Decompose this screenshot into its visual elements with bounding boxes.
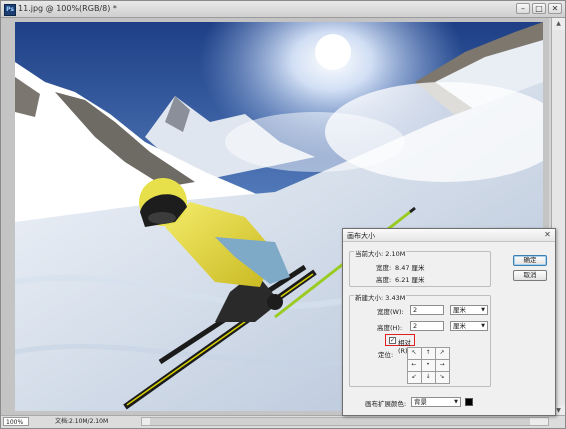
extension-color-value: 背景 — [414, 398, 427, 406]
current-width-label: 宽度: — [376, 264, 392, 272]
anchor-grid[interactable]: ↖ ↑ ↗ ← • → ↙ ↓ ↘ — [406, 346, 450, 384]
anchor-label: 定位: — [378, 351, 394, 359]
current-height-label: 高度: — [376, 276, 392, 284]
new-size-header: 新建大小: 3.43M — [354, 292, 407, 302]
width-unit-value: 厘米 — [453, 306, 466, 314]
height-unit-select[interactable]: 厘米 ▼ — [450, 321, 488, 331]
dialog-close-icon[interactable]: ✕ — [543, 230, 552, 239]
extension-color-select[interactable]: 背景 ▼ — [411, 397, 461, 407]
width-input[interactable]: 2 — [410, 305, 444, 315]
anchor-bottom-icon[interactable]: ↓ — [420, 370, 436, 384]
anchor-bottom-right-icon[interactable]: ↘ — [434, 370, 450, 384]
extension-color-swatch[interactable] — [465, 398, 473, 406]
maximize-button[interactable]: □ — [532, 3, 546, 14]
dialog-title-bar[interactable]: 画布大小 ✕ — [343, 229, 555, 242]
minimize-button[interactable]: – — [516, 3, 530, 14]
ok-button[interactable]: 确定 — [513, 255, 547, 266]
status-bar: 100% 文档:2.10M/2.10M — [1, 415, 565, 428]
dialog-title: 画布大小 — [347, 232, 375, 240]
document-window: Ps 11.jpg @ 100%(RGB/8) * – □ ✕ ▲ ▼ 100%… — [0, 0, 566, 429]
cancel-button[interactable]: 取消 — [513, 270, 547, 281]
chevron-down-icon: ▼ — [481, 307, 485, 313]
photoshop-icon: Ps — [4, 4, 16, 16]
horizontal-scrollbar[interactable] — [141, 417, 549, 426]
current-size-group: 当前大小: 2.10M 宽度: 8.47 厘米 高度: 6.21 厘米 — [349, 248, 491, 287]
close-button[interactable]: ✕ — [548, 3, 562, 14]
new-height-label: 高度(H): — [377, 324, 403, 332]
zoom-level-field[interactable]: 100% — [3, 417, 29, 426]
extension-color-label: 画布扩展颜色: — [365, 400, 407, 408]
document-title: 11.jpg @ 100%(RGB/8) * — [18, 4, 117, 13]
height-input[interactable]: 2 — [410, 321, 444, 331]
chevron-down-icon: ▼ — [481, 323, 485, 329]
current-height-value: 6.21 厘米 — [395, 276, 425, 284]
current-size-header: 当前大小: 2.10M — [354, 248, 407, 258]
relative-checkbox-highlight[interactable]: ✓ 相对(R) — [385, 334, 415, 355]
width-unit-select[interactable]: 厘米 ▼ — [450, 305, 488, 315]
canvas-size-dialog: 画布大小 ✕ 当前大小: 2.10M 宽度: 8.47 厘米 高度: 6.21 … — [342, 228, 556, 416]
new-width-label: 宽度(W): — [377, 308, 404, 316]
height-unit-value: 厘米 — [453, 322, 466, 330]
scroll-up-arrow-icon[interactable]: ▲ — [552, 18, 565, 30]
horizontal-scroll-thumb[interactable] — [150, 418, 530, 425]
document-info[interactable]: 文档:2.10M/2.10M — [55, 417, 108, 427]
chevron-down-icon: ▼ — [454, 399, 458, 405]
anchor-bottom-left-icon[interactable]: ↙ — [406, 370, 422, 384]
relative-checkbox[interactable]: ✓ — [389, 337, 396, 344]
title-bar[interactable]: Ps 11.jpg @ 100%(RGB/8) * – □ ✕ — [1, 1, 565, 18]
current-width-value: 8.47 厘米 — [395, 264, 425, 272]
